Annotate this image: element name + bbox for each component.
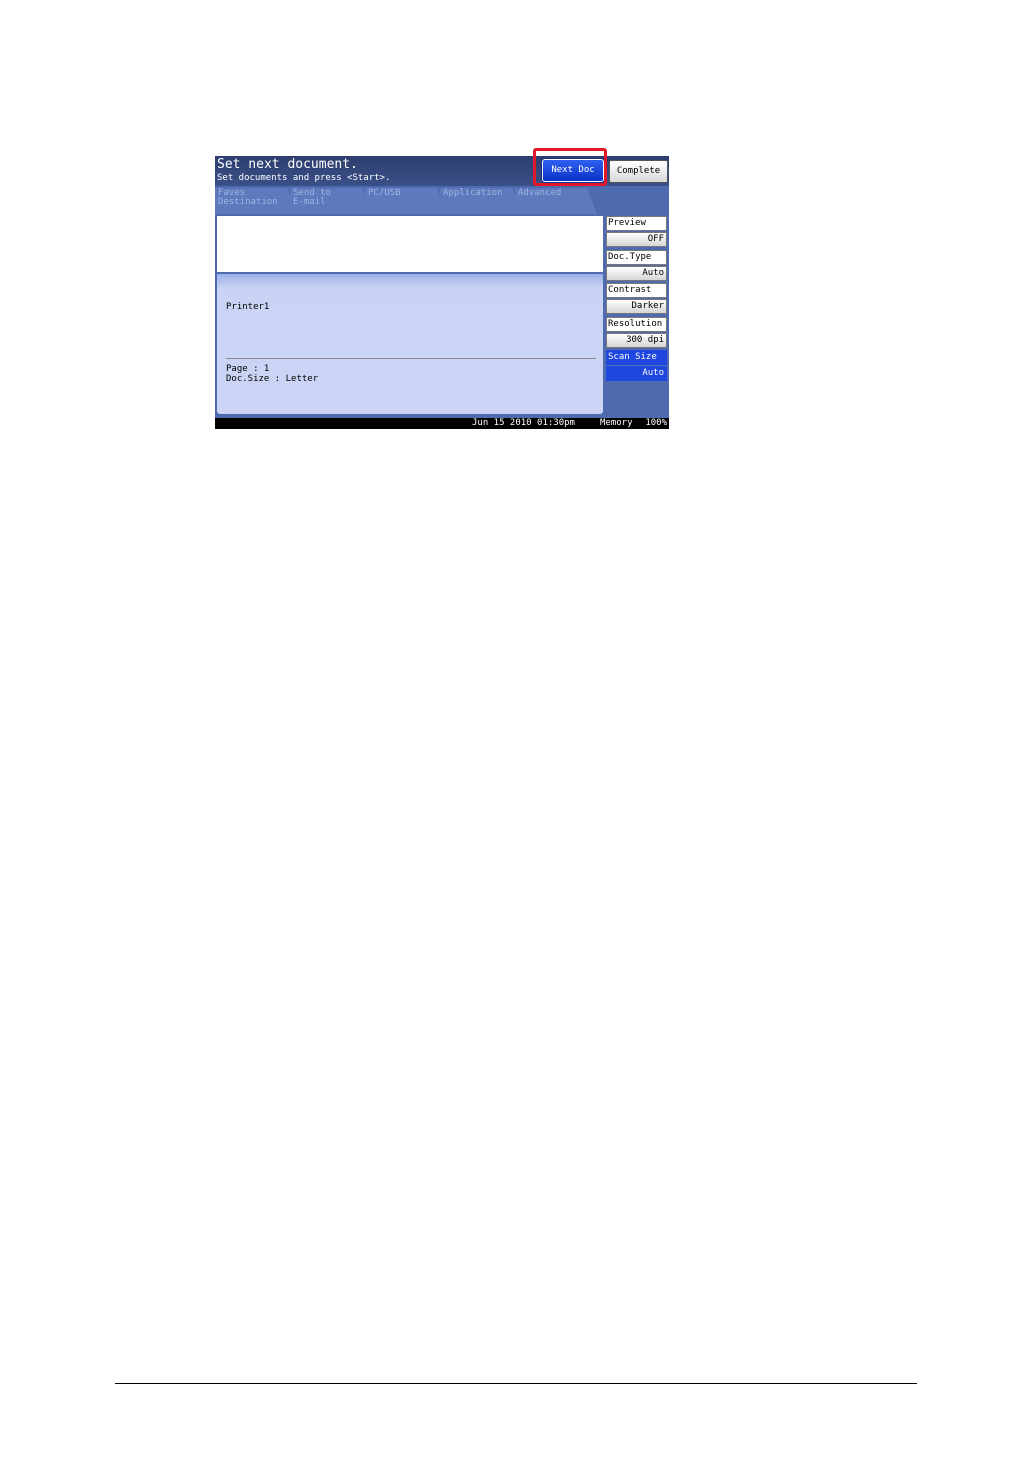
scansize-setting-value[interactable]: Auto [606,366,667,381]
tab-advanced[interactable]: Advanced [515,188,597,214]
footer-rule [115,1383,917,1384]
preview-setting-label[interactable]: Preview [606,216,667,231]
contrast-setting-label[interactable]: Contrast [606,283,667,298]
destination-panel: Printer1 Page : 1 Doc.Size : Letter [217,274,603,414]
tab-send-to-email[interactable]: Send to E-mail [290,188,372,214]
preview-area [217,216,603,272]
doctype-setting-label[interactable]: Doc.Type [606,250,667,265]
complete-button[interactable]: Complete [609,160,668,183]
status-memory-label: Memory [600,418,633,428]
resolution-setting-label[interactable]: Resolution [606,317,667,332]
tab-bar: Faves Destination Send to E-mail PC/USB … [215,188,605,214]
status-memory-value: 100% [645,418,667,428]
preview-setting-value[interactable]: OFF [606,232,667,247]
screen-subtitle: Set documents and press <Start>. [217,173,391,183]
scansize-setting-label[interactable]: Scan Size [606,350,667,365]
status-datetime: Jun 15 2010 01:30pm [472,418,575,428]
doctype-setting-value[interactable]: Auto [606,266,667,281]
page-info: Page : 1 Doc.Size : Letter [226,364,318,384]
next-doc-highlight-box [533,148,607,186]
resolution-setting-value[interactable]: 300 dpi [606,333,667,348]
tab-faves-destination[interactable]: Faves Destination [215,188,297,214]
tab-pc-usb[interactable]: PC/USB [365,188,447,214]
destination-name: Printer1 [226,302,270,312]
contrast-setting-value[interactable]: Darker [606,299,667,314]
page-count: Page : 1 [226,364,270,374]
tab-application[interactable]: Application [440,188,522,214]
screen-title: Set next document. [217,157,358,172]
panel-divider [226,358,596,359]
doc-size: Doc.Size : Letter [226,374,319,384]
device-screen: Set next document. Set documents and pre… [215,156,669,429]
status-bar: Jun 15 2010 01:30pm Memory 100% [215,418,669,429]
